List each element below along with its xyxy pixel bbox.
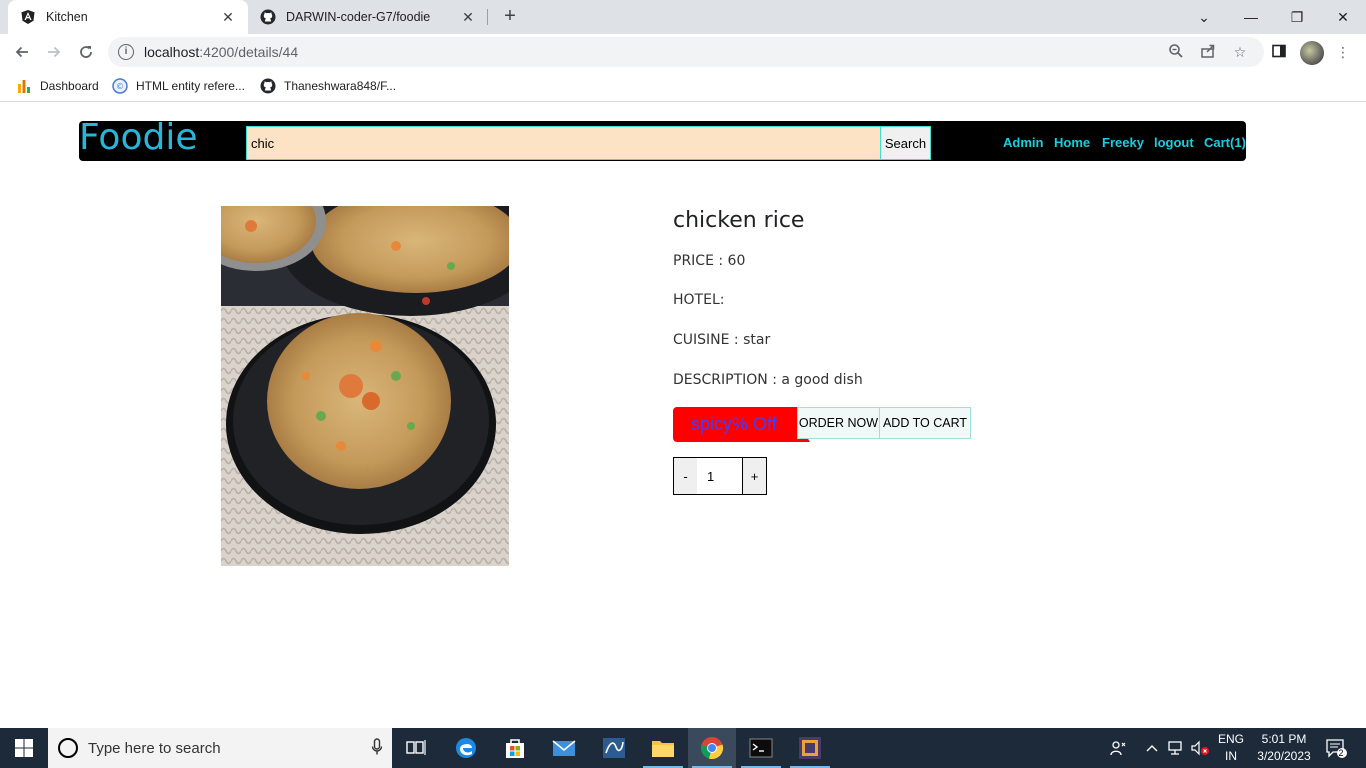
- tab-search-chevron-icon[interactable]: ⌄: [1181, 0, 1227, 34]
- close-tab-icon[interactable]: ✕: [460, 9, 476, 26]
- share-icon[interactable]: [1199, 43, 1217, 61]
- windows-taskbar: Type here to search ENG IN 5:01 PM 3/20/…: [0, 728, 1366, 768]
- quantity-decrement-button[interactable]: -: [673, 457, 698, 495]
- nav-link-admin[interactable]: Admin: [1003, 135, 1043, 150]
- product-image: [221, 206, 509, 566]
- bookmark-star-icon[interactable]: ☆: [1231, 43, 1249, 61]
- close-tab-icon[interactable]: ✕: [220, 9, 236, 26]
- html-entity-icon: ©: [112, 78, 128, 94]
- chevron-up-icon[interactable]: [1142, 728, 1162, 768]
- product-hotel: HOTEL:: [673, 292, 725, 308]
- quantity-input[interactable]: [697, 457, 743, 495]
- bookmark-label: Dashboard: [40, 79, 99, 93]
- windows-start-icon[interactable]: [0, 728, 48, 768]
- visual-studio-code-icon[interactable]: [786, 728, 834, 768]
- order-now-button[interactable]: ORDER NOW: [797, 407, 880, 439]
- bookmarks-bar: Dashboard © HTML entity refere... Thanes…: [0, 70, 1366, 102]
- reload-icon[interactable]: [74, 40, 98, 64]
- product-description: DESCRIPTION : a good dish: [673, 372, 863, 388]
- minimize-icon[interactable]: —: [1228, 0, 1274, 34]
- nav-link-freeky[interactable]: Freeky: [1102, 135, 1144, 150]
- app-navbar: Foodie Search Admin Home Freeky logout C…: [79, 117, 1246, 161]
- bookmark-github[interactable]: Thaneshwara848/F...: [260, 76, 396, 96]
- bookmark-label: HTML entity refere...: [136, 79, 245, 93]
- address-bar[interactable]: i localhost:4200/details/44: [108, 37, 1264, 67]
- people-icon[interactable]: [1106, 728, 1130, 768]
- nav-link-logout[interactable]: logout: [1154, 135, 1194, 150]
- taskbar-search-placeholder: Type here to search: [88, 739, 221, 757]
- microsoft-store-icon[interactable]: [491, 728, 539, 768]
- language-code: ENG: [1217, 732, 1244, 746]
- close-window-icon[interactable]: ✕: [1320, 0, 1366, 34]
- clock-date: 3/20/2023: [1257, 749, 1311, 763]
- language-region: IN: [1225, 749, 1237, 763]
- notifications-icon[interactable]: 2: [1322, 728, 1350, 768]
- dashboard-icon: [16, 78, 32, 94]
- site-info-icon[interactable]: i: [118, 44, 134, 60]
- nav-link-home[interactable]: Home: [1054, 135, 1090, 150]
- add-to-cart-button[interactable]: ADD TO CART: [879, 407, 971, 439]
- volume-muted-icon[interactable]: [1188, 728, 1212, 768]
- browser-tab-strip: Kitchen ✕ DARWIN-coder-G7/foodie ✕ + ⌄ —…: [0, 0, 1366, 34]
- task-view-icon[interactable]: [392, 728, 440, 768]
- bookmark-html-entity[interactable]: © HTML entity refere...: [112, 76, 245, 96]
- discount-badge: spicy% Off: [673, 407, 810, 442]
- profile-avatar[interactable]: [1300, 41, 1324, 65]
- product-cuisine: CUISINE : star: [673, 332, 771, 348]
- file-explorer-icon[interactable]: [639, 728, 687, 768]
- new-tab-button[interactable]: +: [498, 5, 522, 29]
- github-icon: [260, 78, 276, 94]
- product-price: PRICE : 60: [673, 253, 746, 269]
- edge-icon[interactable]: [442, 728, 490, 768]
- nav-link-cart[interactable]: Cart(1): [1204, 135, 1246, 150]
- svg-text:©: ©: [116, 82, 124, 91]
- angular-icon: [20, 9, 36, 25]
- github-icon: [260, 9, 276, 25]
- taskbar-search-box[interactable]: Type here to search: [48, 728, 392, 768]
- quantity-increment-button[interactable]: +: [742, 457, 767, 495]
- tab-title: Kitchen: [46, 10, 88, 24]
- product-name: chicken rice: [673, 208, 805, 233]
- bookmark-dashboard[interactable]: Dashboard: [16, 76, 99, 96]
- language-indicator[interactable]: ENG IN: [1214, 731, 1248, 765]
- search-button[interactable]: Search: [880, 126, 931, 160]
- clock-time: 5:01 PM: [1261, 732, 1307, 746]
- chrome-icon[interactable]: [688, 728, 736, 768]
- microphone-icon[interactable]: [362, 737, 392, 759]
- browser-toolbar: i localhost:4200/details/44 ☆ ⋮: [0, 34, 1366, 70]
- system-clock[interactable]: 5:01 PM 3/20/2023: [1248, 731, 1320, 765]
- terminal-icon[interactable]: [737, 728, 785, 768]
- sql-server-icon[interactable]: [590, 728, 638, 768]
- restore-icon[interactable]: ❐: [1274, 0, 1320, 34]
- mail-icon[interactable]: [540, 728, 588, 768]
- tab-separator: [487, 9, 488, 25]
- tab-kitchen[interactable]: Kitchen ✕: [8, 0, 248, 34]
- bookmark-label: Thaneshwara848/F...: [284, 79, 397, 93]
- forward-arrow-icon[interactable]: [42, 40, 66, 64]
- menu-kebab-icon[interactable]: ⋮: [1334, 43, 1352, 61]
- notification-count: 2: [1338, 748, 1344, 758]
- brand-logo[interactable]: Foodie: [79, 117, 197, 158]
- side-panel-icon[interactable]: [1270, 43, 1288, 61]
- url-host: localhost: [144, 44, 200, 60]
- network-icon[interactable]: [1164, 728, 1186, 768]
- zoom-icon[interactable]: [1167, 43, 1185, 61]
- cortana-icon: [58, 738, 78, 758]
- tab-github[interactable]: DARWIN-coder-G7/foodie ✕: [248, 0, 488, 34]
- search-input[interactable]: [246, 126, 881, 160]
- url-path: :4200/details/44: [199, 44, 299, 60]
- tab-title: DARWIN-coder-G7/foodie: [286, 10, 431, 24]
- back-arrow-icon[interactable]: [10, 40, 34, 64]
